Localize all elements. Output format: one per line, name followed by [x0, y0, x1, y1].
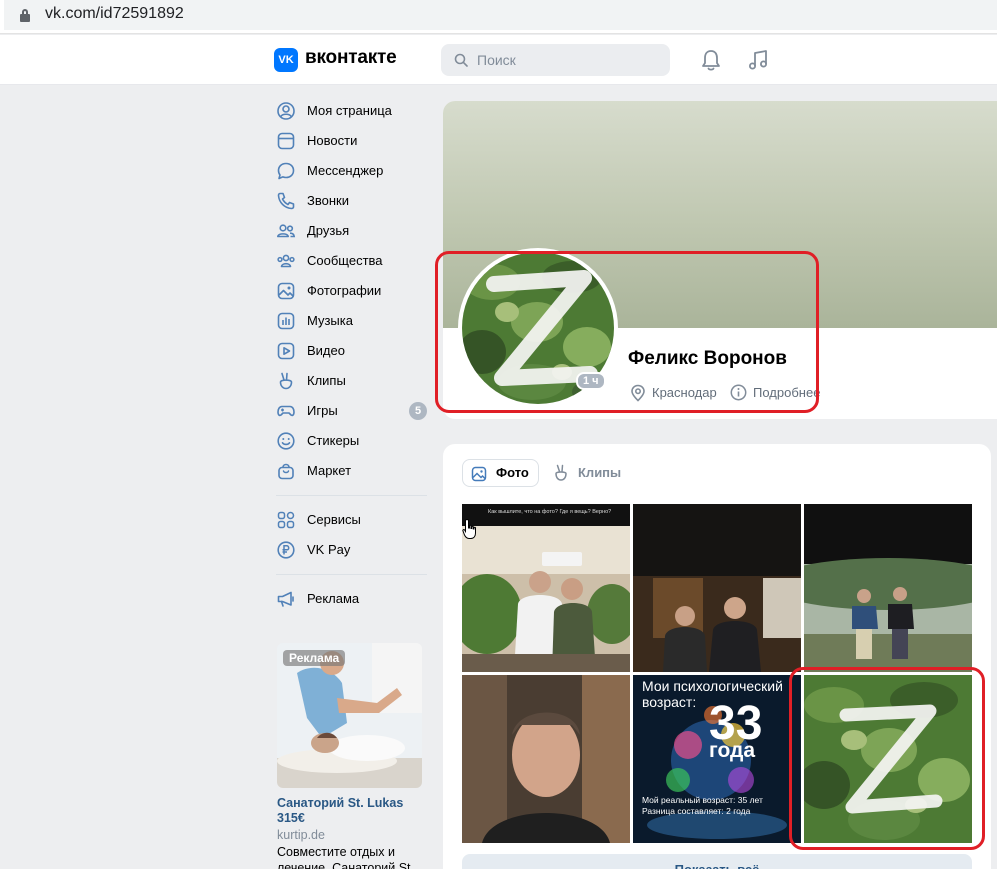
- sidebar-item-label: Новости: [307, 133, 358, 148]
- tab-photos-label: Фото: [496, 465, 529, 480]
- smile-icon: [277, 432, 295, 450]
- sidebar-item-calls[interactable]: Звонки: [276, 186, 436, 216]
- sidebar-item-label: Музыка: [307, 313, 353, 328]
- search-placeholder: Поиск: [477, 52, 516, 68]
- sidebar-item-label: Звонки: [307, 193, 349, 208]
- photo-tile[interactable]: [462, 675, 630, 843]
- sidebar-item-label: Мессенджер: [307, 163, 384, 178]
- sidebar-item-vkpay[interactable]: VK Pay: [276, 535, 436, 565]
- brand-wordmark[interactable]: вконтакте: [305, 47, 397, 69]
- vkpay-icon: [277, 541, 295, 559]
- sidebar-item-label: Видео: [307, 343, 345, 358]
- ad-image[interactable]: Реклама: [277, 643, 422, 788]
- ad-label-badge: Реклама: [283, 650, 346, 666]
- friends-icon: [277, 224, 296, 238]
- url-text[interactable]: vk.com/id72591892: [45, 5, 184, 23]
- newsfeed-icon: [277, 132, 295, 150]
- hand-cursor-icon: [462, 518, 476, 539]
- vk-logo-icon[interactable]: VK: [274, 48, 298, 72]
- tab-clips-label: Клипы: [578, 465, 622, 480]
- tab-photos[interactable]: Фото: [462, 459, 539, 487]
- sidebar-item-label: Друзья: [307, 223, 350, 238]
- message-icon: [277, 162, 295, 180]
- sidebar-item-label: Игры: [307, 403, 338, 418]
- sidebar-item-games[interactable]: Игры 5: [276, 396, 436, 426]
- address-field[interactable]: vk.com/id72591892: [4, 0, 997, 30]
- sidebar-item-label: Стикеры: [307, 433, 360, 448]
- psych-age-unit: года: [709, 739, 755, 762]
- communities-icon: [277, 254, 295, 268]
- ad-domain: kurtip.de: [277, 828, 325, 842]
- music-icon: [277, 312, 295, 330]
- ad-description: Совместите отдых и лечение. Санаторий St: [277, 845, 411, 869]
- photo-tile[interactable]: Как вышлите, что на фото? Где я вещь? Ве…: [462, 504, 630, 672]
- psych-title-line1: Мои психологический: [642, 678, 783, 694]
- sidebar-item-news[interactable]: Новости: [276, 126, 436, 156]
- clips-icon: [555, 464, 567, 481]
- gamepad-icon: [277, 405, 295, 417]
- highlight-box-profile: [435, 251, 819, 413]
- ad-title[interactable]: Санаторий St. Lukas 315€: [277, 796, 427, 826]
- photo-icon: [277, 282, 295, 300]
- psych-title-line2: возраст:: [642, 694, 696, 710]
- sidebar-item-label: Маркет: [307, 463, 352, 478]
- sidebar-item-music[interactable]: Музыка: [276, 306, 436, 336]
- psych-real-age: Мой реальный возраст: 35 лет: [642, 795, 763, 805]
- bell-icon[interactable]: [700, 48, 722, 72]
- menu-divider: [276, 495, 427, 496]
- menu-divider: [276, 574, 427, 575]
- megaphone-icon: [277, 591, 294, 607]
- games-count-badge: 5: [409, 402, 427, 420]
- sidebar-item-label: Сообщества: [307, 253, 383, 268]
- photo-tile[interactable]: Мои психологический возраст: 33 года Мой…: [633, 675, 801, 843]
- show-all-photos-button[interactable]: Показать всё: [462, 854, 972, 869]
- browser-address-bar[interactable]: vk.com/id72591892: [0, 0, 997, 34]
- tile-caption: Как вышлите, что на фото? Где я вещь? Ве…: [488, 509, 611, 515]
- sidebar-item-friends[interactable]: Друзья: [276, 216, 436, 246]
- sidebar-item-stickers[interactable]: Стикеры: [276, 426, 436, 456]
- clips-icon: [279, 372, 293, 390]
- market-icon: [278, 463, 294, 480]
- sidebar-ad[interactable]: Реклама Санаторий St. Lukas 315€ kurtip.…: [277, 643, 427, 869]
- sidebar-item-my-page[interactable]: Моя страница: [276, 96, 436, 126]
- sidebar-item-label: Фотографии: [307, 283, 382, 298]
- search-icon: [454, 53, 468, 67]
- sidebar-item-services[interactable]: Сервисы: [276, 505, 436, 535]
- sidebar-item-label: Моя страница: [307, 103, 392, 118]
- sidebar-item-communities[interactable]: Сообщества: [276, 246, 436, 276]
- sidebar-item-label: Сервисы: [307, 512, 361, 527]
- left-sidebar-menu: Моя страница Новости Мессенджер Звонки Д…: [276, 96, 436, 614]
- psych-diff: Разница составляет: 2 года: [642, 806, 751, 816]
- sidebar-item-video[interactable]: Видео: [276, 336, 436, 366]
- photo-icon: [471, 466, 487, 482]
- sidebar-item-ads[interactable]: Реклама: [276, 584, 436, 614]
- user-circle-icon: [277, 102, 295, 120]
- photo-tile[interactable]: [804, 504, 972, 672]
- sidebar-item-messenger[interactable]: Мессенджер: [276, 156, 436, 186]
- photo-tile[interactable]: [633, 504, 801, 672]
- top-header: VK вконтакте Поиск: [0, 35, 997, 85]
- music-note-icon[interactable]: [746, 48, 770, 72]
- sidebar-item-label: Клипы: [307, 373, 346, 388]
- sidebar-item-label: VK Pay: [307, 542, 351, 557]
- highlight-box-photo: [789, 667, 985, 850]
- search-input[interactable]: Поиск: [441, 44, 670, 76]
- phone-icon: [277, 192, 295, 210]
- video-icon: [277, 342, 295, 360]
- sidebar-item-label: Реклама: [307, 591, 360, 606]
- sidebar-item-clips[interactable]: Клипы: [276, 366, 436, 396]
- services-icon: [277, 511, 295, 529]
- sidebar-item-market[interactable]: Маркет: [276, 456, 436, 486]
- lock-icon: [20, 9, 30, 22]
- sidebar-item-photos[interactable]: Фотографии: [276, 276, 436, 306]
